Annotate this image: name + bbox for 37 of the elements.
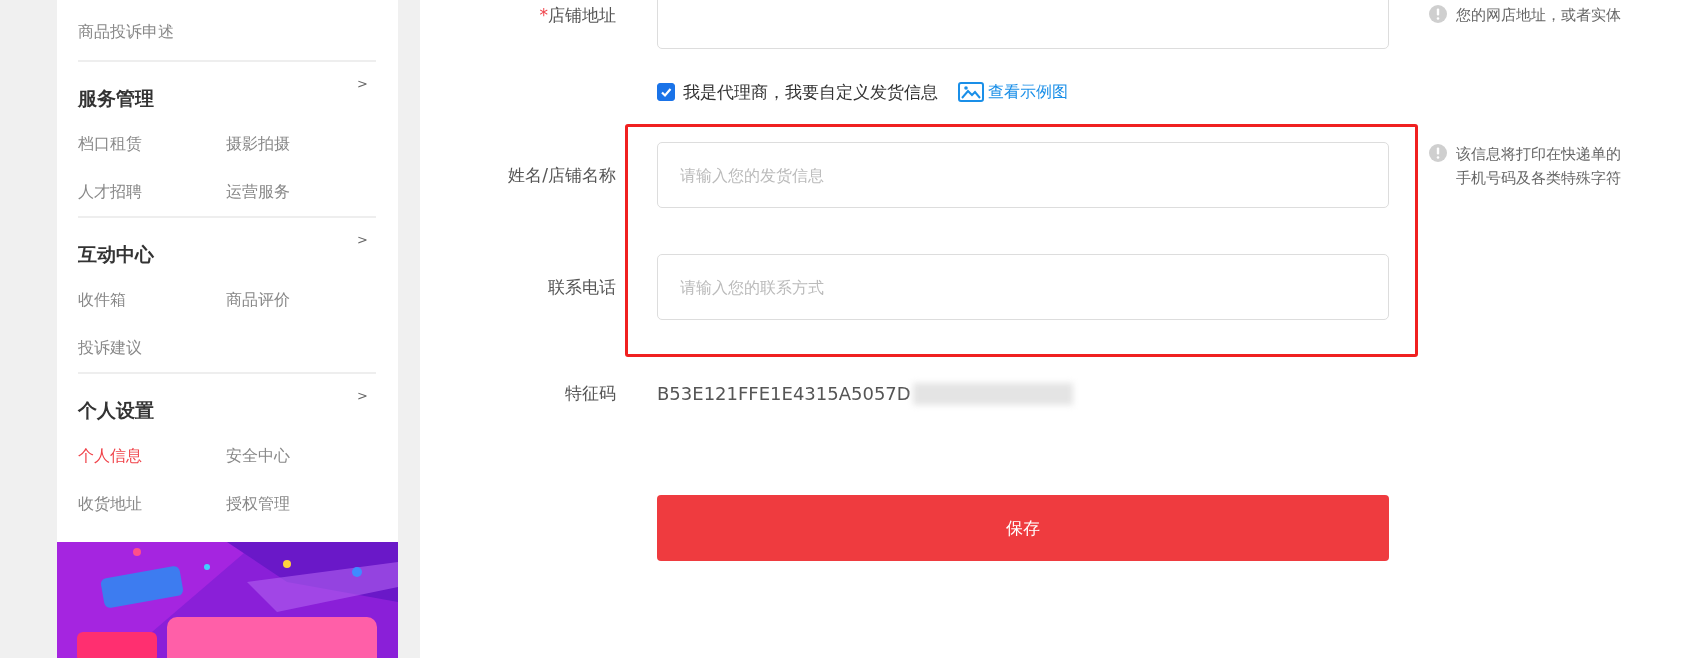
sidebar-item[interactable]: 个人信息	[78, 444, 226, 468]
section-heading: 个人设置	[78, 398, 154, 423]
info-icon	[1429, 144, 1447, 162]
field-label: 特征码	[565, 383, 616, 403]
expand-mark[interactable]: >	[357, 232, 368, 247]
sidebar-item[interactable]: 商品投诉申述	[78, 22, 174, 41]
sidebar-item[interactable]: 投诉建议	[78, 336, 226, 360]
sidebar-item[interactable]: 商品评价	[226, 288, 366, 312]
expand-mark[interactable]: >	[357, 388, 368, 403]
hint-text: 该信息将打印在快递单的	[1456, 144, 1621, 165]
sidebar-item[interactable]: 收货地址	[78, 492, 226, 516]
input-field[interactable]	[657, 0, 1389, 49]
example-link[interactable]: 查看示例图	[958, 81, 1068, 103]
field-label: 联系电话	[548, 276, 616, 297]
hint-text: 手机号码及各类特殊字符	[1456, 168, 1621, 189]
field-label: *店铺地址	[539, 5, 616, 25]
hint-text: 您的网店地址，或者实体	[1456, 5, 1621, 26]
sidebar-item[interactable]: 人才招聘	[78, 180, 226, 204]
sidebar-item[interactable]: 摄影拍摄	[226, 132, 366, 156]
checkbox-label: 我是代理商，我要自定义发货信息	[683, 80, 938, 104]
field-label: 姓名/店铺名称	[508, 164, 616, 185]
sidebar-item[interactable]: 档口租赁	[78, 132, 226, 156]
sidebar-item[interactable]: 收件箱	[78, 288, 226, 312]
section-heading: 互动中心	[78, 242, 154, 267]
checkbox[interactable]	[657, 83, 675, 101]
input-field[interactable]: 请输入您的发货信息	[657, 142, 1389, 208]
sidebar-item[interactable]: 运营服务	[226, 180, 366, 204]
save-button[interactable]: 保存	[657, 495, 1389, 561]
feature-code: B53E121FFE1E4315A5057D	[657, 383, 911, 404]
sidebar-item[interactable]: 授权管理	[226, 492, 366, 516]
sidebar-item[interactable]: 安全中心	[226, 444, 366, 468]
section-heading: 服务管理	[78, 86, 154, 111]
expand-mark[interactable]: >	[357, 76, 368, 91]
input-field[interactable]: 请输入您的联系方式	[657, 254, 1389, 320]
check-icon	[659, 85, 673, 99]
info-icon	[1429, 5, 1447, 23]
image-icon	[958, 82, 984, 102]
